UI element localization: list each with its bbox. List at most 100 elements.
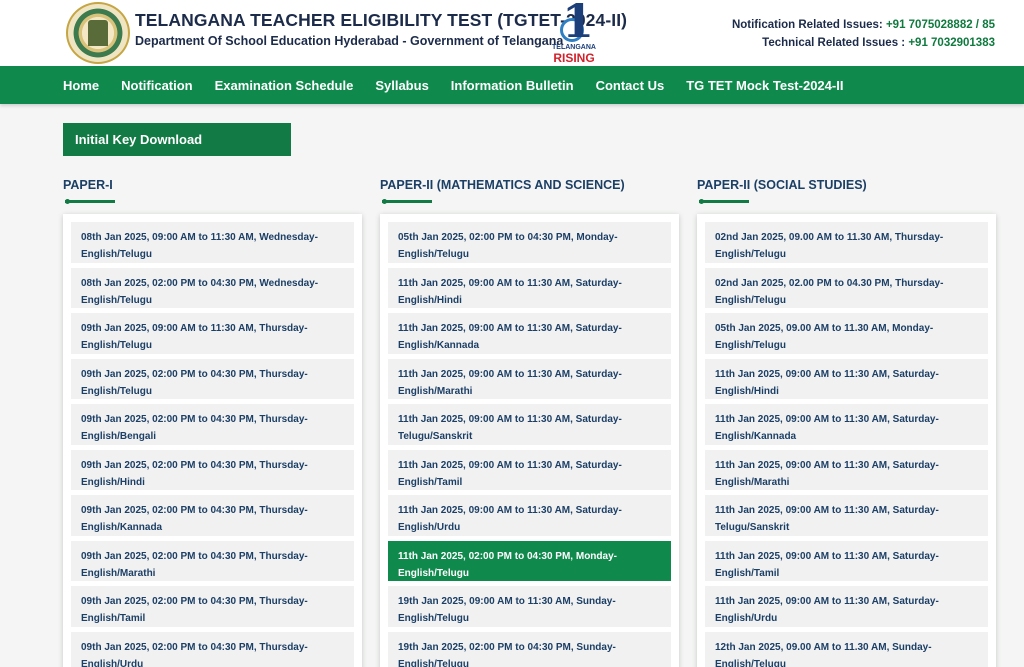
exam-session-date-time: 09th Jan 2025, 02:00 PM to 04:30 PM, Thu… — [81, 641, 308, 653]
exam-session-link[interactable]: 11th Jan 2025, 09:00 AM to 11:30 AM, Sat… — [705, 404, 988, 445]
exam-session-date-time: 09th Jan 2025, 02:00 PM to 04:30 PM, Thu… — [81, 505, 308, 516]
exam-session-language: Telugu/Sanskrit — [398, 431, 473, 442]
exam-session-date-time: 11th Jan 2025, 09:00 AM to 11:30 AM, Sat… — [715, 596, 939, 607]
exam-session-language: English/Marathi — [398, 385, 473, 397]
exam-session-language: English/Urdu — [81, 658, 144, 667]
paper-2-social-studies-underline — [699, 199, 749, 204]
nav-item-mock-test[interactable]: TG TET Mock Test-2024-II — [686, 78, 843, 93]
exam-session-language: English/Telugu — [715, 249, 786, 260]
exam-session-link[interactable]: 11th Jan 2025, 09:00 AM to 11:30 AM, Sat… — [388, 358, 671, 399]
exam-session-date-time: 09th Jan 2025, 02:00 PM to 04:30 PM, Thu… — [81, 368, 308, 380]
exam-session-link[interactable]: 05th Jan 2025, 02:00 PM to 04:30 PM, Mon… — [388, 222, 671, 263]
exam-session-date-time: 19th Jan 2025, 09:00 AM to 11:30 AM, Sun… — [398, 596, 616, 607]
exam-session-link[interactable]: 09th Jan 2025, 02:00 PM to 04:30 PM, Thu… — [71, 586, 354, 627]
exam-session-date-time: 11th Jan 2025, 09:00 AM to 11:30 AM, Sat… — [715, 459, 939, 471]
site-subtitle: Department Of School Education Hyderabad… — [135, 34, 564, 48]
telangana-rising-logo-icon: 1 TELANGANA RISING — [548, 0, 600, 66]
exam-session-language: English/Telugu — [81, 340, 152, 351]
exam-session-language: English/Urdu — [398, 522, 461, 533]
exam-session-link[interactable]: 11th Jan 2025, 09:00 AM to 11:30 AM, Sat… — [705, 540, 988, 581]
exam-session-language: English/Tamil — [81, 613, 146, 624]
exam-session-link[interactable]: 11th Jan 2025, 09:00 AM to 11:30 AM, Sat… — [705, 495, 988, 536]
exam-session-link[interactable]: 19th Jan 2025, 09:00 AM to 11:30 AM, Sun… — [388, 586, 671, 627]
nav-item-syllabus[interactable]: Syllabus — [375, 78, 428, 93]
exam-session-date-time: 09th Jan 2025, 09:00 AM to 11:30 AM, Thu… — [81, 323, 308, 334]
exam-session-link[interactable]: 02nd Jan 2025, 02.00 PM to 04.30 PM, Thu… — [705, 267, 988, 308]
exam-session-language: English/Telugu — [715, 658, 786, 667]
exam-session-date-time: 05th Jan 2025, 09.00 AM to 11.30 AM, Mon… — [715, 323, 934, 334]
exam-session-date-time: 11th Jan 2025, 09:00 AM to 11:30 AM, Sat… — [398, 323, 622, 334]
notification-contact-label: Notification Related Issues: — [731, 19, 886, 31]
exam-session-link[interactable]: 11th Jan 2025, 09:00 AM to 11:30 AM, Sat… — [388, 404, 671, 445]
rising-logo-big-text: RISING — [553, 51, 595, 65]
exam-session-language: English/Tamil — [398, 476, 463, 488]
exam-session-language: English/Marathi — [715, 476, 790, 488]
exam-session-link[interactable]: 11th Jan 2025, 09:00 AM to 11:30 AM, Sat… — [705, 358, 988, 399]
exam-session-language: English/Telugu — [398, 613, 469, 624]
exam-session-link[interactable]: 11th Jan 2025, 09:00 AM to 11:30 AM, Sat… — [388, 267, 671, 308]
exam-session-link[interactable]: 09th Jan 2025, 02:00 PM to 04:30 PM, Thu… — [71, 449, 354, 490]
exam-session-link[interactable]: 19th Jan 2025, 02:00 PM to 04:30 PM, Sun… — [388, 631, 671, 667]
exam-session-link[interactable]: 09th Jan 2025, 02:00 PM to 04:30 PM, Thu… — [71, 495, 354, 536]
exam-session-date-time: 12th Jan 2025, 09.00 AM to 11.30 AM, Sun… — [715, 641, 932, 653]
exam-session-date-time: 09th Jan 2025, 02:00 PM to 04:30 PM, Thu… — [81, 414, 308, 425]
exam-session-language: English/Kannada — [81, 522, 163, 533]
exam-session-language: English/Hindi — [398, 294, 462, 306]
contact-info: Notification Related Issues: +91 7075028… — [732, 16, 995, 52]
paper-2-math-science-list: 05th Jan 2025, 02:00 PM to 04:30 PM, Mon… — [380, 214, 679, 667]
exam-session-link[interactable]: 11th Jan 2025, 09:00 AM to 11:30 AM, Sat… — [388, 495, 671, 536]
exam-session-language: English/Telugu — [81, 249, 152, 260]
paper-2-social-studies-list: 02nd Jan 2025, 09.00 AM to 11.30 AM, Thu… — [697, 214, 996, 667]
exam-session-link[interactable]: 09th Jan 2025, 09:00 AM to 11:30 AM, Thu… — [71, 313, 354, 354]
technical-contact-number[interactable]: +91 7032901383 — [908, 37, 995, 49]
rising-logo-small-text: TELANGANA — [552, 44, 596, 51]
exam-session-link[interactable]: 05th Jan 2025, 09.00 AM to 11.30 AM, Mon… — [705, 313, 988, 354]
exam-session-language: English/Kannada — [398, 340, 480, 351]
exam-session-date-time: 11th Jan 2025, 09:00 AM to 11:30 AM, Sat… — [715, 550, 939, 562]
exam-session-date-time: 02nd Jan 2025, 09.00 AM to 11.30 AM, Thu… — [715, 232, 944, 243]
paper-2-math-science-underline — [382, 199, 432, 204]
nav-item-home[interactable]: Home — [63, 78, 99, 93]
notification-contact-line: Notification Related Issues: +91 7075028… — [732, 16, 995, 34]
nav-item-examination-schedule[interactable]: Examination Schedule — [215, 78, 354, 93]
exam-session-language: English/Telugu — [715, 340, 786, 351]
exam-session-link[interactable]: 09th Jan 2025, 02:00 PM to 04:30 PM, Thu… — [71, 404, 354, 445]
exam-session-link[interactable]: 09th Jan 2025, 02:00 PM to 04:30 PM, Thu… — [71, 631, 354, 667]
exam-session-date-time: 08th Jan 2025, 02:00 PM to 04:30 PM, Wed… — [81, 277, 319, 289]
exam-session-language: English/Telugu — [715, 294, 786, 306]
exam-session-language: Telugu/Sanskrit — [715, 522, 790, 533]
nav-item-contact-us[interactable]: Contact Us — [596, 78, 665, 93]
exam-session-link[interactable]: 11th Jan 2025, 09:00 AM to 11:30 AM, Sat… — [705, 586, 988, 627]
exam-session-link[interactable]: 11th Jan 2025, 09:00 AM to 11:30 AM, Sat… — [388, 449, 671, 490]
telangana-emblem-icon[interactable] — [66, 2, 130, 64]
rising-logo-numeral: 1 — [562, 0, 595, 48]
initial-key-download-button[interactable]: Initial Key Download — [63, 123, 291, 156]
exam-session-language: English/Hindi — [715, 385, 779, 397]
technical-contact-line: Technical Related Issues : +91 703290138… — [732, 34, 995, 52]
nav-item-notification[interactable]: Notification — [121, 78, 193, 93]
exam-session-date-time: 19th Jan 2025, 02:00 PM to 04:30 PM, Sun… — [398, 641, 616, 653]
exam-session-date-time: 11th Jan 2025, 09:00 AM to 11:30 AM, Sat… — [398, 277, 622, 289]
exam-session-language: English/Telugu — [81, 385, 152, 397]
exam-session-language: English/Telugu — [398, 567, 469, 579]
exam-session-link[interactable]: 11th Jan 2025, 02:00 PM to 04:30 PM, Mon… — [388, 540, 671, 581]
exam-session-date-time: 05th Jan 2025, 02:00 PM to 04:30 PM, Mon… — [398, 232, 618, 243]
exam-session-language: English/Telugu — [81, 294, 152, 306]
exam-session-link[interactable]: 09th Jan 2025, 02:00 PM to 04:30 PM, Thu… — [71, 540, 354, 581]
exam-session-date-time: 11th Jan 2025, 09:00 AM to 11:30 AM, Sat… — [715, 414, 939, 425]
exam-session-link[interactable]: 08th Jan 2025, 09:00 AM to 11:30 AM, Wed… — [71, 222, 354, 263]
exam-session-link[interactable]: 12th Jan 2025, 09.00 AM to 11.30 AM, Sun… — [705, 631, 988, 667]
paper-1-underline — [65, 199, 115, 204]
nav-item-information-bulletin[interactable]: Information Bulletin — [451, 78, 574, 93]
exam-session-link[interactable]: 11th Jan 2025, 09:00 AM to 11:30 AM, Sat… — [705, 449, 988, 490]
exam-session-link[interactable]: 11th Jan 2025, 09:00 AM to 11:30 AM, Sat… — [388, 313, 671, 354]
exam-session-link[interactable]: 09th Jan 2025, 02:00 PM to 04:30 PM, Thu… — [71, 358, 354, 399]
exam-session-link[interactable]: 08th Jan 2025, 02:00 PM to 04:30 PM, Wed… — [71, 267, 354, 308]
emblem-tower-shape — [88, 20, 108, 46]
paper-1-list: 08th Jan 2025, 09:00 AM to 11:30 AM, Wed… — [63, 214, 362, 667]
exam-session-language: English/Telugu — [398, 658, 469, 667]
paper-1-heading: PAPER-I — [63, 178, 113, 192]
exam-session-language: English/Urdu — [715, 613, 778, 624]
exam-session-link[interactable]: 02nd Jan 2025, 09.00 AM to 11.30 AM, Thu… — [705, 222, 988, 263]
notification-contact-number[interactable]: +91 7075028882 / 85 — [886, 19, 995, 31]
